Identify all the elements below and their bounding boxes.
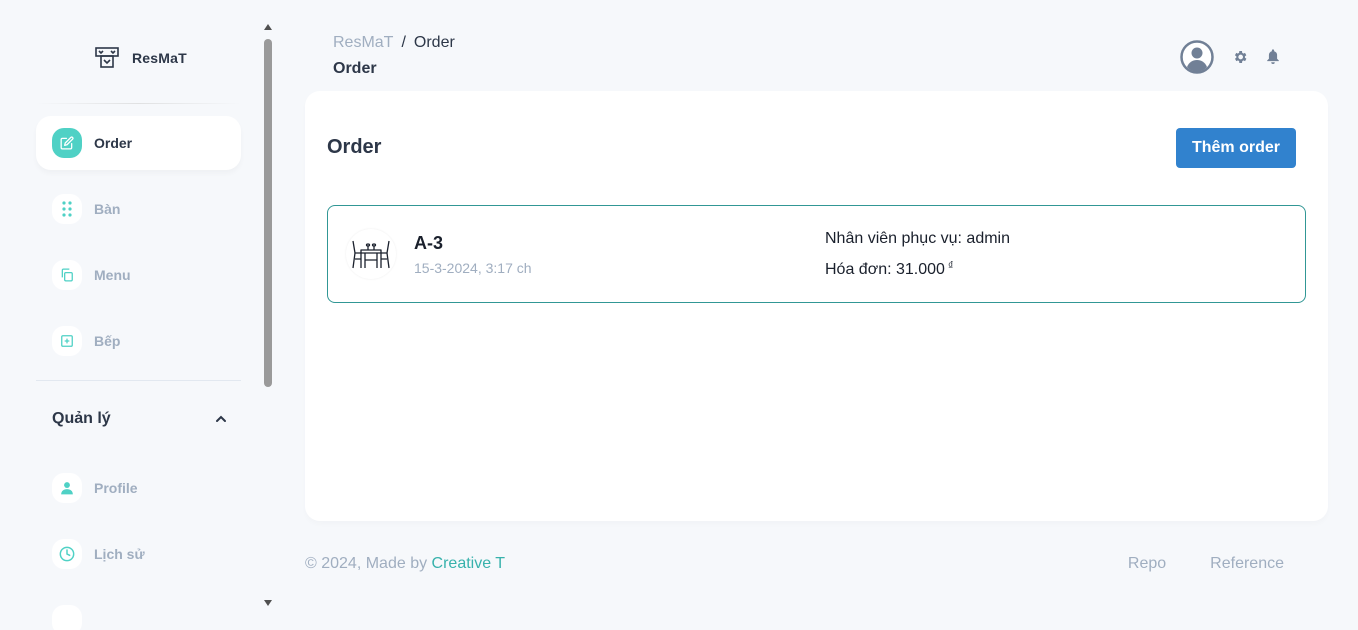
partial-icon: [52, 605, 82, 630]
bell-icon[interactable]: [1266, 49, 1280, 65]
top-icons: [1180, 40, 1280, 74]
footer-links: Repo Reference: [1128, 555, 1284, 573]
order-table-name: A-3: [414, 233, 444, 253]
dining-table-icon: [346, 229, 396, 279]
breadcrumb-current: Order: [413, 34, 455, 51]
sidebar: ResMaT Order Bàn Menu Bếp Quản lý Profil…: [0, 0, 262, 630]
order-item[interactable]: A-3 15-3-2024, 3:17 ch Nhân viên phục vụ…: [327, 205, 1306, 303]
plus-square-icon: [52, 326, 82, 356]
order-staff: Nhân viên phục vụ: admin: [825, 230, 1010, 247]
grid-dots-icon: [52, 194, 82, 224]
footer-link-repo[interactable]: Repo: [1128, 555, 1166, 573]
sidebar-item-label: Bàn: [94, 201, 121, 217]
scroll-up-arrow-icon[interactable]: [264, 24, 272, 30]
footer-copyright: © 2024, Made by Creative T: [305, 555, 505, 573]
breadcrumb-separator: /: [401, 34, 406, 51]
footer-brand-link[interactable]: Creative T: [432, 555, 506, 572]
orders-card: Order Thêm order A-3 15-3-2024, 3:17 ch …: [305, 91, 1328, 521]
chevron-up-icon: [216, 415, 226, 422]
sidebar-item-label: Menu: [94, 267, 131, 283]
copy-icon: [52, 260, 82, 290]
footer-copyright-prefix: © 2024, Made by: [305, 555, 432, 572]
section-toggle-quan-ly[interactable]: Quản lý: [52, 410, 227, 428]
sidebar-item-label: Lịch sử: [94, 546, 145, 562]
breadcrumb-root[interactable]: ResMaT: [333, 34, 393, 52]
brand-name: ResMaT: [132, 50, 187, 66]
edit-icon: [52, 128, 82, 158]
sidebar-item-bep[interactable]: Bếp: [36, 314, 241, 368]
sidebar-item-ban[interactable]: Bàn: [36, 182, 241, 236]
sidebar-item-profile[interactable]: Profile: [36, 461, 241, 515]
card-title: Order: [327, 136, 382, 158]
sidebar-item-lich-su[interactable]: Lịch sử: [36, 527, 241, 581]
sidebar-divider: [36, 380, 241, 381]
order-bill: Hóa đơn: 31.000 ₫: [825, 260, 954, 279]
add-order-button[interactable]: Thêm order: [1176, 128, 1296, 168]
order-bill-currency: ₫: [947, 260, 954, 272]
sidebar-item-menu[interactable]: Menu: [36, 248, 241, 302]
sidebar-item-label: Bếp: [94, 333, 121, 349]
scroll-thumb[interactable]: [264, 39, 272, 387]
page-title: Order: [333, 60, 377, 77]
restaurant-logo-icon: [95, 47, 119, 68]
sidebar-item-label: Order: [94, 135, 133, 151]
gear-icon[interactable]: [1232, 49, 1248, 65]
sidebar-item-label: Profile: [94, 480, 138, 496]
brand-divider: [36, 103, 241, 104]
sidebar-item-order[interactable]: Order: [36, 116, 241, 170]
sidebar-scrollbar[interactable]: [262, 20, 276, 610]
order-time: 15-3-2024, 3:17 ch: [414, 260, 532, 276]
sidebar-item-partial[interactable]: [36, 593, 241, 630]
scroll-down-arrow-icon[interactable]: [264, 600, 272, 606]
breadcrumb: ResMaT / Order: [333, 34, 455, 52]
avatar-icon[interactable]: [1180, 40, 1214, 74]
footer-link-reference[interactable]: Reference: [1210, 555, 1284, 573]
clock-icon: [52, 539, 82, 569]
person-icon: [52, 473, 82, 503]
brand[interactable]: ResMaT: [94, 45, 187, 71]
section-title: Quản lý: [52, 410, 111, 427]
order-bill-amount: Hóa đơn: 31.000: [825, 261, 945, 278]
